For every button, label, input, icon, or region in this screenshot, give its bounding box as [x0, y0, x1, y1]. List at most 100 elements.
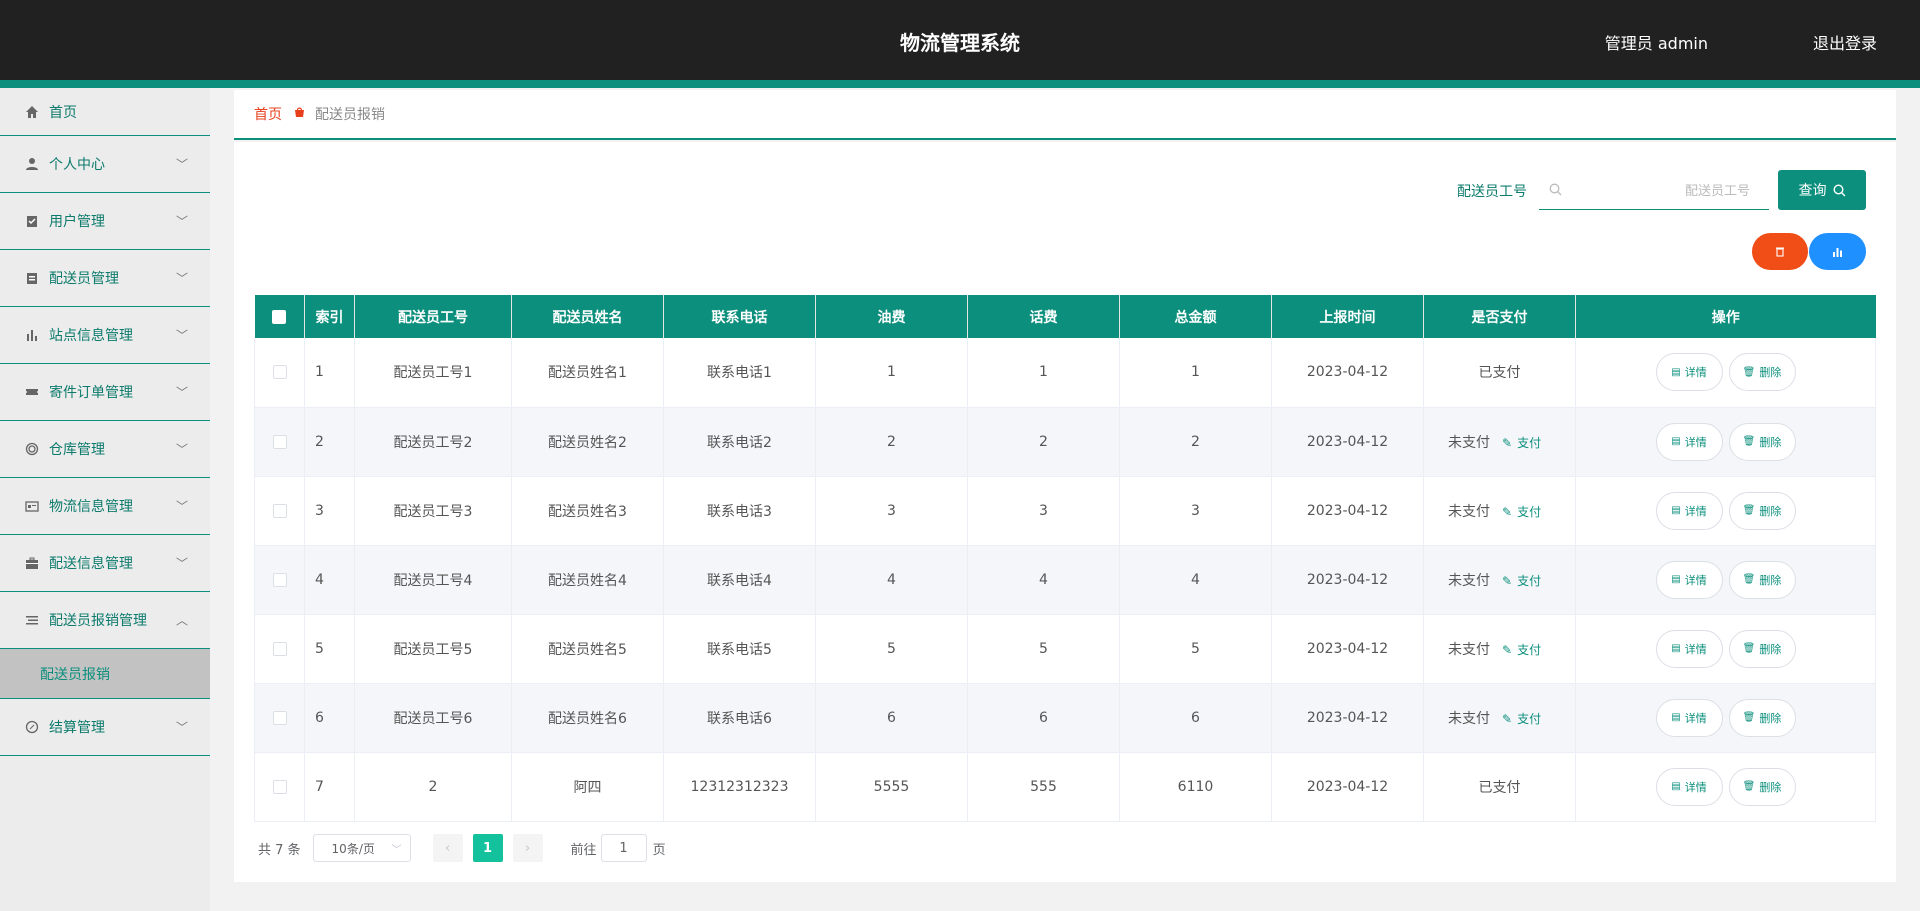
sidebar-item-home[interactable]: 首页	[0, 88, 210, 136]
pay-link[interactable]: ✎ 支付	[1502, 641, 1541, 658]
breadcrumb-home[interactable]: 首页	[254, 104, 282, 124]
pay-link[interactable]: ✎ 支付	[1502, 434, 1541, 451]
row-checkbox[interactable]	[272, 641, 287, 656]
chevron-down-icon: ﹀	[175, 328, 188, 343]
chevron-down-icon: ﹀	[175, 157, 188, 172]
row-checkbox-cell[interactable]	[254, 476, 305, 546]
logout-link[interactable]: 退出登录	[1813, 30, 1877, 54]
goto-label: 前往	[570, 842, 597, 858]
cell-name: 配送员姓名4	[511, 545, 664, 615]
cell-phone-fee: 2	[967, 407, 1120, 477]
detail-button[interactable]: ▤ 详情	[1655, 422, 1723, 461]
row-checkbox[interactable]	[272, 365, 287, 380]
batch-delete-button[interactable]	[1752, 233, 1808, 270]
sidebar-item-label: 首页	[49, 104, 77, 121]
column-header: 是否支付	[1423, 295, 1576, 338]
query-button[interactable]: 查询	[1778, 170, 1866, 210]
cell-worker-id: 配送员工号1	[354, 338, 512, 408]
select-all-checkbox[interactable]	[272, 309, 287, 324]
detail-button[interactable]: ▤ 详情	[1655, 353, 1723, 392]
pay-link-label: 支付	[1517, 435, 1542, 450]
detail-button[interactable]: ▤ 详情	[1655, 560, 1723, 599]
sidebar-item-logistics-info[interactable]: 物流信息管理 ﹀	[0, 478, 210, 535]
cell-paid: 已支付	[1423, 752, 1576, 822]
search-input[interactable]	[1570, 183, 1760, 199]
detail-button[interactable]: ▤ 详情	[1655, 698, 1723, 737]
cell-fuel: 5	[815, 614, 968, 684]
trash-icon: 🗑	[1742, 505, 1756, 516]
pay-link[interactable]: ✎ 支付	[1502, 572, 1541, 589]
row-checkbox[interactable]	[272, 503, 287, 518]
row-checkbox[interactable]	[272, 572, 287, 587]
sidebar-item-user-management[interactable]: 用户管理 ﹀	[0, 193, 210, 250]
goto-page-input[interactable]	[600, 834, 647, 862]
sidebar-subitem-courier-reimbursement[interactable]: 配送员报销	[0, 649, 210, 699]
cell-paid: 未支付 ✎ 支付	[1423, 476, 1576, 546]
detail-button[interactable]: ▤ 详情	[1655, 491, 1723, 530]
delete-button[interactable]: 🗑 删除	[1728, 560, 1796, 599]
delete-button-label: 删除	[1759, 642, 1782, 656]
cell-paid: 未支付 ✎ 支付	[1423, 683, 1576, 753]
select-all-checkbox-cell[interactable]	[254, 295, 305, 338]
trash-icon: 🗑	[1742, 643, 1756, 654]
delete-button[interactable]: 🗑 删除	[1728, 491, 1796, 530]
delete-button[interactable]: 🗑 删除	[1728, 353, 1796, 392]
next-page-button[interactable]: ›	[512, 834, 543, 862]
cell-actions: ▤ 详情 🗑 删除	[1575, 683, 1876, 753]
delete-button[interactable]: 🗑 删除	[1728, 698, 1796, 737]
cell-index: 5	[304, 614, 355, 684]
detail-button[interactable]: ▤ 详情	[1655, 629, 1723, 668]
cell-fuel: 1	[815, 338, 968, 408]
paid-status: 未支付	[1448, 434, 1490, 451]
table-row: 7 2 阿四 12312312323 5555 555 6110 2023-04-12 已支付 ▤…	[254, 752, 1876, 822]
sidebar-item-reimbursement-management[interactable]: 配送员报销管理 ︿	[0, 592, 210, 649]
statistics-button[interactable]	[1809, 233, 1866, 270]
cell-name: 阿四	[511, 752, 664, 822]
paid-status: 未支付	[1448, 572, 1490, 589]
search-label: 配送员工号	[1457, 184, 1527, 200]
sidebar-item-courier-management[interactable]: 配送员管理 ﹀	[0, 250, 210, 307]
row-checkbox-cell[interactable]	[254, 752, 305, 822]
cell-date: 2023-04-12	[1271, 545, 1424, 615]
prev-page-button[interactable]: ‹	[432, 834, 463, 862]
delete-button[interactable]: 🗑 删除	[1728, 422, 1796, 461]
pay-link-label: 支付	[1517, 711, 1542, 726]
detail-button[interactable]: ▤ 详情	[1655, 767, 1723, 806]
row-checkbox-cell[interactable]	[254, 545, 305, 615]
sidebar-item-settlement[interactable]: 结算管理 ﹀	[0, 699, 210, 756]
row-checkbox[interactable]	[272, 710, 287, 725]
cell-paid: 未支付 ✎ 支付	[1423, 407, 1576, 477]
sidebar-item-delivery-info[interactable]: 配送信息管理 ﹀	[0, 535, 210, 592]
table-row: 2 配送员工号2 配送员姓名2 联系电话2 2 2 2 2023-04-12 未支付 ✎ 支付 ▤ 详情…	[254, 407, 1876, 477]
row-checkbox-cell[interactable]	[254, 614, 305, 684]
row-checkbox-cell[interactable]	[254, 338, 305, 408]
delete-button-label: 删除	[1759, 504, 1782, 518]
row-checkbox[interactable]	[272, 434, 287, 449]
column-header: 操作	[1575, 295, 1876, 338]
page-number-button[interactable]: 1	[472, 834, 503, 862]
cell-index: 1	[304, 338, 355, 408]
cell-date: 2023-04-12	[1271, 614, 1424, 684]
search-icon	[1832, 183, 1846, 197]
sidebar-item-warehouse[interactable]: 仓库管理 ﹀	[0, 421, 210, 478]
pay-link-label: 支付	[1517, 642, 1542, 657]
delete-button[interactable]: 🗑 删除	[1728, 629, 1796, 668]
cell-phone-fee: 555	[967, 752, 1120, 822]
row-checkbox-cell[interactable]	[254, 407, 305, 477]
pay-link[interactable]: ✎ 支付	[1502, 503, 1541, 520]
cell-actions: ▤ 详情 🗑 删除	[1575, 476, 1876, 546]
row-checkbox-cell[interactable]	[254, 683, 305, 753]
trash-icon: 🗑	[1742, 574, 1756, 585]
sidebar-item-personal-center[interactable]: 个人中心 ﹀	[0, 136, 210, 193]
sidebar-item-order-management[interactable]: 寄件订单管理 ﹀	[0, 364, 210, 421]
delete-button-label: 删除	[1759, 435, 1782, 449]
sidebar-item-station-info[interactable]: 站点信息管理 ﹀	[0, 307, 210, 364]
row-checkbox[interactable]	[272, 779, 287, 794]
cell-fuel: 6	[815, 683, 968, 753]
delete-button[interactable]: 🗑 删除	[1728, 767, 1796, 806]
delete-button-label: 删除	[1759, 711, 1782, 725]
trash-icon: 🗑	[1742, 712, 1756, 723]
page-size-select[interactable]: 10条/页 ﹀	[312, 834, 411, 862]
pay-link[interactable]: ✎ 支付	[1502, 710, 1541, 727]
bar-chart-icon	[1832, 247, 1843, 257]
